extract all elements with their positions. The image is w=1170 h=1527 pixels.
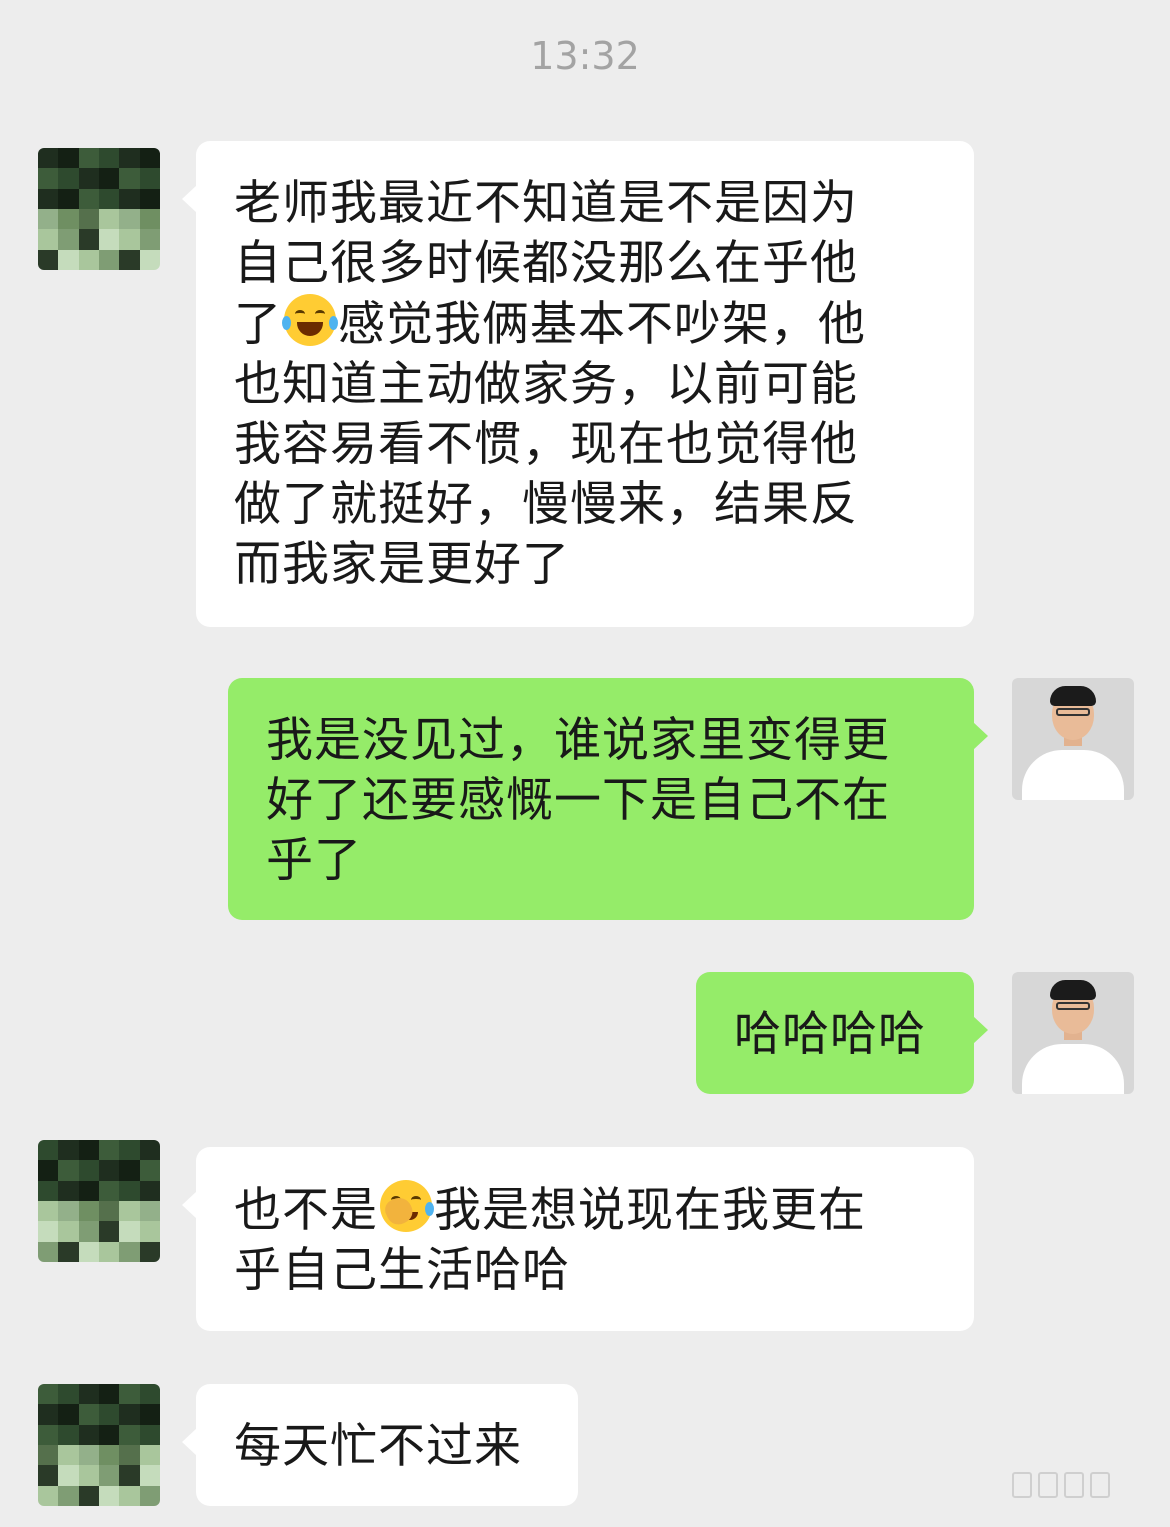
message-line: 而我家是更好了 [234, 535, 940, 595]
message-text: 了 [234, 297, 282, 352]
message-text: 也知道主动做家务，以前可能 [234, 357, 858, 412]
watermark-logo [1012, 1465, 1152, 1505]
message-line: 哈哈哈哈 [734, 1005, 940, 1065]
contact-avatar-blurred[interactable] [38, 148, 160, 270]
message-line: 我是没见过，谁说家里变得更 [266, 711, 940, 771]
mosaic-avatar [38, 1140, 160, 1262]
message-line: 乎了 [266, 831, 940, 891]
mosaic-avatar [38, 1384, 160, 1506]
timestamp: 13:32 [530, 34, 640, 78]
message-text: 感觉我俩基本不吵架，他 [338, 297, 866, 352]
mosaic-avatar [38, 148, 160, 270]
contact-avatar-blurred[interactable] [38, 1384, 160, 1506]
incoming-message-bubble[interactable]: 也不是 我是想说现在我更在 乎自己生活哈哈 [182, 1147, 974, 1331]
message-line: 了 感觉我俩基本不吵架，他 [234, 294, 940, 355]
my-avatar[interactable] [1012, 972, 1134, 1094]
my-avatar[interactable] [1012, 678, 1134, 800]
message-line: 乎自己生活哈哈 [234, 1241, 940, 1301]
message-line: 每天忙不过来 [234, 1417, 544, 1477]
message-text: 我是想说现在我更在 [434, 1183, 866, 1238]
outgoing-message-bubble[interactable]: 哈哈哈哈 [696, 972, 988, 1094]
message-text: 我是没见过，谁说家里变得更 [266, 713, 890, 768]
message-text: 我容易看不惯，现在也觉得他 [234, 417, 858, 472]
message-text: 乎自己生活哈哈 [234, 1243, 570, 1298]
message-line: 自己很多时候都没那么在乎他 [234, 234, 940, 294]
message-line: 老师我最近不知道是不是因为 [234, 174, 940, 234]
contact-avatar-blurred[interactable] [38, 1140, 160, 1262]
message-line: 做了就挺好，慢慢来，结果反 [234, 475, 940, 535]
incoming-message-bubble[interactable]: 每天忙不过来 [182, 1384, 578, 1506]
message-text: 乎了 [266, 833, 362, 888]
message-line: 我容易看不惯，现在也觉得他 [234, 415, 940, 475]
message-text: 也不是 [234, 1183, 378, 1238]
face-with-tears-of-joy-emoji [282, 294, 338, 346]
incoming-message-bubble[interactable]: 老师我最近不知道是不是因为 自己很多时候都没那么在乎他了 感觉我俩基本不吵架，他 也知… [182, 141, 974, 627]
message-text: 而我家是更好了 [234, 537, 570, 592]
outgoing-message-bubble[interactable]: 我是没见过，谁说家里变得更 好了还要感慨一下是自己不在 乎了 [228, 678, 988, 920]
message-text: 做了就挺好，慢慢来，结果反 [234, 477, 858, 532]
message-text: 哈哈哈哈 [734, 1007, 926, 1062]
message-line: 好了还要感慨一下是自己不在 [266, 771, 940, 831]
message-line: 也不是 我是想说现在我更在 [234, 1180, 940, 1241]
message-text: 好了还要感慨一下是自己不在 [266, 773, 890, 828]
message-text: 每天忙不过来 [234, 1419, 522, 1474]
message-text: 老师我最近不知道是不是因为 [234, 176, 858, 231]
facepalm-emoji [380, 1180, 434, 1232]
message-text: 自己很多时候都没那么在乎他 [234, 236, 858, 291]
message-line: 也知道主动做家务，以前可能 [234, 355, 940, 415]
